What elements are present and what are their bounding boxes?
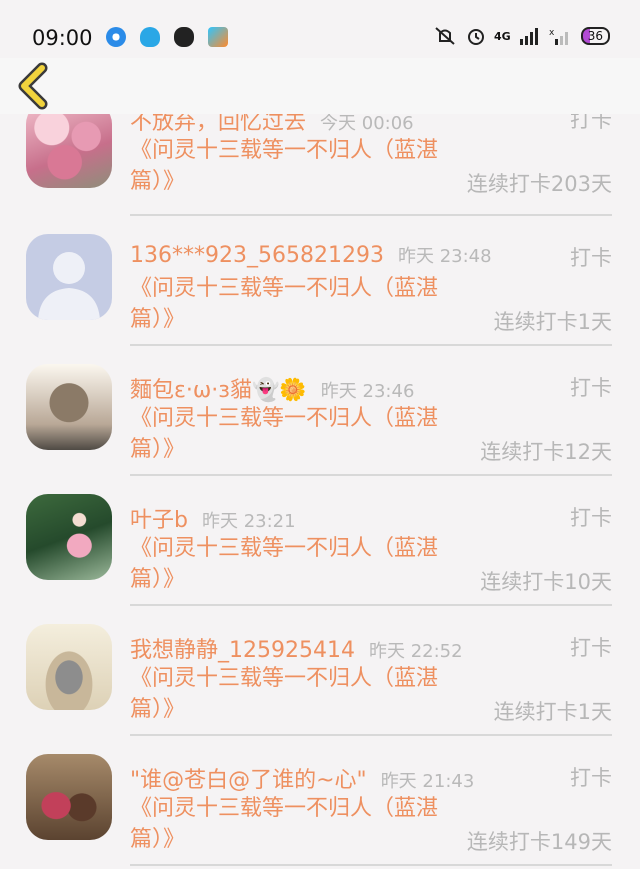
streak-count: 连续打卡149天 (466, 830, 612, 854)
checkin-label: 打卡 (570, 114, 612, 132)
divider (130, 734, 612, 736)
list-item[interactable]: "谁@苍白@了谁的~心" 昨天 21:43 打卡 《问灵十三载等一不归人（蓝湛篇）… (0, 752, 640, 869)
chevron-left-icon (18, 62, 48, 110)
list-item[interactable]: 叶子b 昨天 23:21 打卡 《问灵十三载等一不归人（蓝湛篇）》 连续打卡10天 (0, 492, 640, 622)
checkin-label: 打卡 (570, 506, 612, 530)
list-item[interactable]: 我想静静_125925414 昨天 22:52 打卡 《问灵十三载等一不归人（蓝湛… (0, 622, 640, 752)
status-time: 09:00 (32, 26, 93, 50)
list-item[interactable]: 麵包ε·ω·з貓👻🌼 昨天 23:46 打卡 《问灵十三载等一不归人（蓝湛篇）》 … (0, 362, 640, 492)
book-title[interactable]: 《问灵十三载等一不归人（蓝湛篇）》 (130, 533, 460, 595)
video-app-icon (208, 27, 228, 47)
streak-count: 连续打卡12天 (480, 440, 612, 464)
status-bar: 09:00 4G x 36 (0, 0, 640, 58)
back-button[interactable] (12, 62, 58, 110)
divider (130, 214, 612, 216)
book-title[interactable]: 《问灵十三载等一不归人（蓝湛篇）》 (130, 273, 460, 335)
streak-count: 连续打卡10天 (480, 570, 612, 594)
signal-weak-icon: x (549, 28, 568, 45)
signal-icon (519, 28, 538, 45)
divider (130, 864, 612, 866)
app-header (0, 58, 640, 114)
checkin-time: 昨天 23:21 (201, 511, 296, 532)
checkin-label: 打卡 (570, 246, 612, 270)
book-title[interactable]: 《问灵十三载等一不归人（蓝湛篇）》 (130, 663, 460, 725)
battery-indicator: 36 (580, 27, 610, 45)
divider (130, 604, 612, 606)
list-item[interactable]: 不放弃，回忆过去 今天 00:06 打卡 《问灵十三载等一不归人（蓝湛篇）》 连续… (0, 114, 640, 232)
book-title[interactable]: 《问灵十三载等一不归人（蓝湛篇）》 (130, 403, 460, 465)
network-type: 4G (494, 29, 511, 43)
divider (130, 344, 612, 346)
checkin-time: 今天 00:06 (320, 114, 414, 134)
user-name[interactable]: 我想静静_125925414 昨天 22:52 (130, 632, 463, 664)
divider (130, 474, 612, 476)
alarm-icon (468, 29, 485, 45)
wechat-icon (174, 27, 194, 47)
qq-icon (140, 27, 160, 47)
avatar[interactable] (26, 494, 112, 580)
svg-text:x: x (549, 28, 555, 38)
checkin-time: 昨天 23:46 (320, 381, 415, 402)
user-name[interactable]: 麵包ε·ω·з貓👻🌼 昨天 23:46 (130, 372, 414, 404)
checkin-time: 昨天 21:43 (380, 771, 475, 792)
avatar[interactable] (26, 234, 112, 320)
system-icons: 4G x 36 (432, 26, 610, 46)
avatar[interactable] (26, 114, 112, 188)
user-name[interactable]: 叶子b 昨天 23:21 (130, 502, 296, 534)
user-name[interactable]: "谁@苍白@了谁的~心" 昨天 21:43 (130, 762, 474, 794)
avatar[interactable] (26, 754, 112, 840)
avatar[interactable] (26, 364, 112, 450)
user-name[interactable]: 不放弃，回忆过去 今天 00:06 (130, 114, 414, 136)
user-name[interactable]: 136***923_565821293 昨天 23:48 (130, 242, 492, 268)
checkin-label: 打卡 (570, 636, 612, 660)
streak-count: 连续打卡1天 (493, 700, 612, 724)
default-avatar-icon (38, 252, 100, 320)
streak-count: 连续打卡203天 (466, 172, 612, 196)
list-item[interactable]: 136***923_565821293 昨天 23:48 打卡 《问灵十三载等一不… (0, 232, 640, 362)
checkin-list[interactable]: 不放弃，回忆过去 今天 00:06 打卡 《问灵十三载等一不归人（蓝湛篇）》 连续… (0, 114, 640, 869)
checkin-label: 打卡 (570, 766, 612, 790)
streak-count: 连续打卡1天 (493, 310, 612, 334)
book-title[interactable]: 《问灵十三载等一不归人（蓝湛篇）》 (130, 135, 460, 197)
music-icon (106, 27, 126, 47)
mute-icon (435, 27, 455, 45)
notification-icons (106, 27, 228, 47)
checkin-time: 昨天 22:52 (368, 641, 463, 662)
checkin-label: 打卡 (570, 376, 612, 400)
avatar[interactable] (26, 624, 112, 710)
book-title[interactable]: 《问灵十三载等一不归人（蓝湛篇）》 (130, 793, 460, 855)
checkin-time: 昨天 23:48 (397, 246, 492, 267)
